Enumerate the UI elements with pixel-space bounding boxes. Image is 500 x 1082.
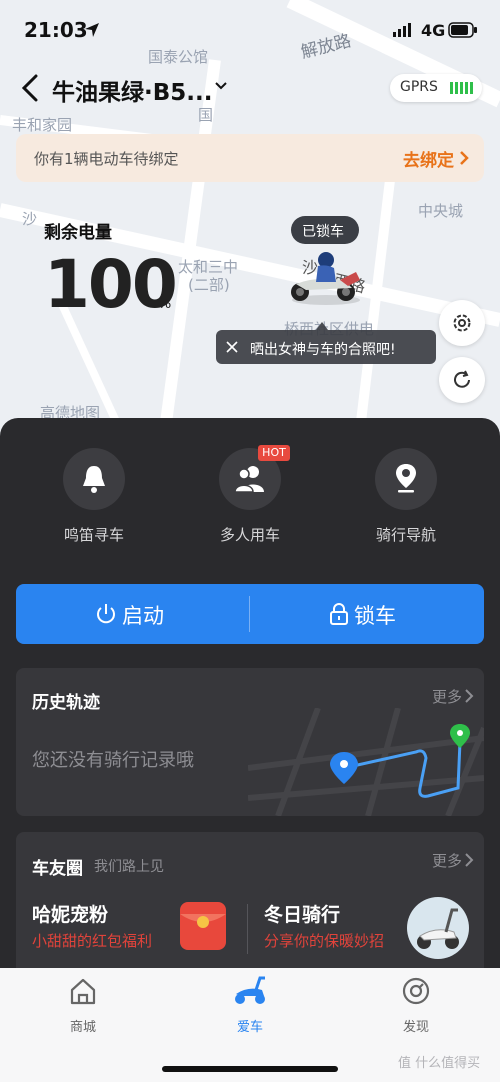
refresh-icon — [454, 370, 470, 388]
tab-label: 商城 — [69, 1020, 96, 1035]
network-type: 4G — [421, 21, 446, 40]
vehicle-title[interactable]: 牛油果绿·B5... — [52, 73, 212, 107]
friends-card[interactable]: 车友圈 我们路上见 更多 哈妮宠粉 小甜甜的红包福利 冬日骑行 分享你的保暖妙招 — [16, 832, 484, 982]
map-label: 国 — [198, 106, 214, 124]
promo-subtitle: 分享你的保暖妙招 — [264, 932, 385, 950]
power-icon — [97, 604, 115, 624]
signal-icon — [393, 23, 411, 37]
tab-shop[interactable]: 商城 — [43, 976, 123, 1035]
photo-tip[interactable]: 晒出女神与车的合照吧! — [216, 330, 436, 364]
multi-user-icon — [234, 466, 264, 493]
bind-banner[interactable]: 你有1辆电动车待绑定 去绑定 — [16, 134, 484, 182]
multi-user-button[interactable]: 多人用车 — [195, 448, 305, 545]
horn-find-button[interactable]: 鸣笛寻车 — [39, 448, 149, 545]
action-label: 多人用车 — [219, 526, 280, 544]
lock-label: 锁车 — [354, 604, 396, 628]
battery-unit: % — [158, 296, 172, 312]
home-icon — [70, 978, 96, 1005]
action-label: 鸣笛寻车 — [63, 526, 124, 544]
bell-icon — [83, 466, 105, 493]
start-label: 启动 — [122, 604, 164, 628]
promo-title: 冬日骑行 — [264, 904, 341, 926]
chevron-down-icon[interactable] — [214, 80, 228, 92]
connection-label: GPRS — [400, 79, 438, 95]
promo-subtitle: 小甜甜的红包福利 — [32, 932, 153, 950]
friends-more-link[interactable]: 更多 — [432, 850, 462, 871]
refresh-button[interactable] — [439, 357, 485, 403]
friends-title: 车友圈 — [32, 859, 83, 879]
map-label: 沙 — [22, 210, 38, 228]
back-icon[interactable] — [20, 74, 40, 102]
gear-icon — [453, 314, 471, 332]
tab-label: 发现 — [402, 1020, 429, 1035]
start-button[interactable]: 启动 — [16, 584, 249, 644]
tab-my-vehicle[interactable]: 爱车 — [210, 976, 290, 1035]
close-icon[interactable] — [226, 341, 238, 353]
connection-badge: GPRS — [390, 74, 482, 102]
map-label: 国泰公馆 — [148, 48, 209, 66]
control-bar: 启动 锁车 — [16, 584, 484, 644]
history-card[interactable]: 历史轨迹 更多 您还没有骑行记录哦 — [16, 668, 484, 816]
banner-text: 你有1辆电动车待绑定 — [34, 150, 179, 168]
lock-button[interactable]: 锁车 — [250, 584, 483, 644]
horn-find-icon-circle — [63, 448, 125, 510]
hot-badge: HOT — [258, 445, 290, 461]
map-view[interactable]: 国泰公馆 解放路 国 丰和家园 沙 中央城 太和三中 (二部) 沙 西路 桥西社… — [0, 0, 500, 430]
action-label: 骑行导航 — [375, 526, 436, 544]
friends-subtitle: 我们路上见 — [94, 859, 164, 875]
scooter-photo — [407, 897, 469, 959]
tab-label: 爱车 — [236, 1020, 263, 1035]
settings-button[interactable] — [439, 300, 485, 346]
bind-link[interactable]: 去绑定 — [403, 146, 454, 171]
location-pin-icon — [396, 464, 416, 493]
watermark: 值 什么值得买 — [398, 1056, 481, 1071]
map-label: (二部) — [188, 276, 230, 294]
history-route-illustration — [248, 708, 484, 816]
history-more-link[interactable]: 更多 — [432, 686, 462, 707]
ride-navigation-icon-circle — [375, 448, 437, 510]
map-label: 丰和家园 — [12, 116, 73, 134]
scooter-icon — [235, 976, 265, 1004]
battery-status-icon — [448, 22, 477, 38]
battery-label: 剩余电量 — [44, 223, 112, 243]
ride-navigation-button[interactable]: 骑行导航 — [351, 448, 461, 545]
chevron-right-icon — [460, 151, 469, 165]
lock-status-text: 已锁车 — [302, 224, 344, 240]
lock-icon — [330, 603, 348, 625]
signal-bars-icon — [450, 82, 473, 94]
tip-arrow — [316, 322, 328, 330]
history-title: 历史轨迹 — [32, 693, 100, 713]
lock-status-badge: 已锁车 — [291, 216, 359, 244]
tab-discover[interactable]: 发现 — [376, 976, 456, 1035]
discover-icon — [402, 977, 430, 1005]
chevron-right-icon — [465, 853, 474, 867]
promo-divider — [247, 904, 248, 954]
map-label: 中央城 — [418, 202, 464, 220]
chevron-right-icon — [465, 689, 474, 703]
home-indicator — [162, 1066, 338, 1072]
status-time: 21:03 — [24, 18, 88, 42]
battery-value: 100 — [44, 246, 178, 323]
scooter-rider-icon[interactable] — [286, 250, 366, 306]
location-arrow-icon — [85, 23, 99, 37]
photo-tip-text: 晒出女神与车的合照吧! — [250, 342, 396, 358]
red-envelope-icon — [180, 902, 226, 950]
history-empty-text: 您还没有骑行记录哦 — [32, 750, 194, 771]
promo-title: 哈妮宠粉 — [32, 904, 109, 926]
